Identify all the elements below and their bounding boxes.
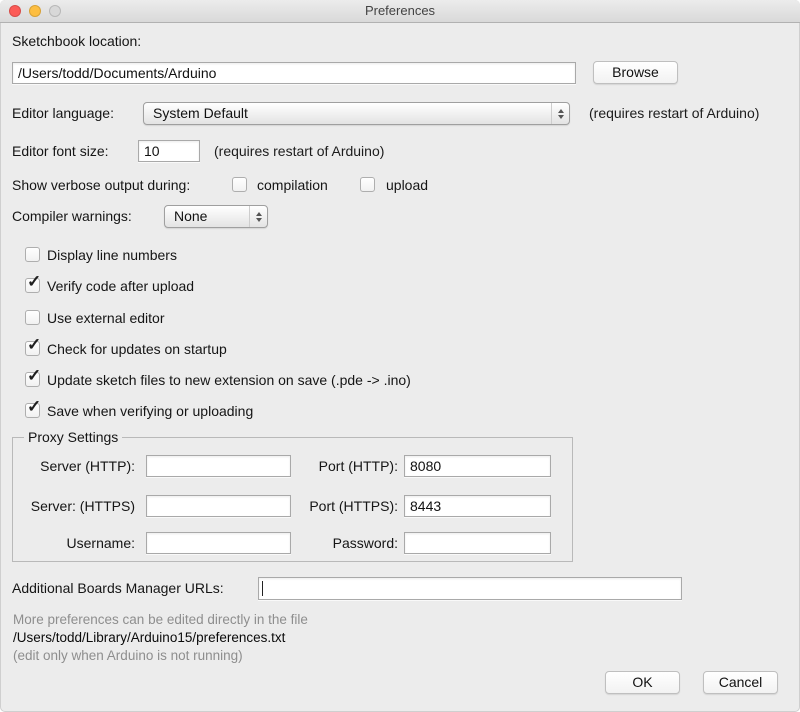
server-http-input[interactable] — [146, 455, 291, 477]
port-http-label: Port (HTTP): — [293, 455, 398, 477]
arrow-down-icon — [558, 115, 564, 119]
username-label: Username: — [19, 532, 135, 554]
verify-code-label[interactable]: Verify code after upload — [47, 278, 194, 295]
save-when-verifying-label[interactable]: Save when verifying or uploading — [47, 403, 253, 420]
check-updates-checkbox[interactable]: ✓ — [25, 341, 40, 356]
port-http-input[interactable] — [404, 455, 551, 477]
preferences-dialog: Preferences Sketchbook location: Browse … — [0, 0, 800, 712]
verbose-compilation-checkbox[interactable]: ✓ — [232, 177, 247, 192]
footer-note-line1: More preferences can be edited directly … — [13, 612, 308, 628]
verbose-compilation-label[interactable]: compilation — [257, 177, 328, 194]
preferences-file-path: /Users/todd/Library/Arduino15/preference… — [13, 630, 285, 646]
compiler-warnings-select[interactable]: None — [164, 205, 268, 228]
port-https-label: Port (HTTPS): — [293, 495, 398, 517]
verbose-output-label: Show verbose output during: — [12, 177, 190, 194]
language-restart-note: (requires restart of Arduino) — [589, 102, 759, 125]
update-sketch-files-label[interactable]: Update sketch files to new extension on … — [47, 372, 411, 389]
zoom-window-icon — [49, 5, 61, 17]
font-size-restart-note: (requires restart of Arduino) — [214, 140, 384, 162]
arrow-down-icon — [256, 218, 262, 222]
compiler-warnings-value: None — [165, 206, 249, 227]
text-cursor — [262, 581, 263, 596]
verbose-upload-checkbox[interactable]: ✓ — [360, 177, 375, 192]
checkmark-icon: ✓ — [27, 335, 41, 355]
editor-language-value: System Default — [144, 103, 551, 124]
footer-note-line3: (edit only when Arduino is not running) — [13, 648, 243, 664]
proxy-settings-group: Proxy Settings Server (HTTP): Port (HTTP… — [12, 437, 573, 562]
combo-stepper-icon — [551, 103, 569, 124]
arrow-up-icon — [256, 212, 262, 216]
editor-font-size-input[interactable] — [138, 140, 200, 162]
checkmark-icon: ✓ — [27, 397, 41, 417]
display-line-numbers-checkbox[interactable]: ✓ — [25, 247, 40, 262]
browse-button[interactable]: Browse — [593, 61, 678, 84]
check-updates-label[interactable]: Check for updates on startup — [47, 341, 227, 358]
minimize-window-icon[interactable] — [29, 5, 41, 17]
combo-stepper-icon — [249, 206, 267, 227]
arrow-up-icon — [558, 109, 564, 113]
username-input[interactable] — [146, 532, 291, 554]
boards-manager-urls-label: Additional Boards Manager URLs: — [12, 577, 224, 600]
editor-language-select[interactable]: System Default — [143, 102, 570, 125]
password-label: Password: — [293, 532, 398, 554]
external-editor-label[interactable]: Use external editor — [47, 310, 165, 327]
external-editor-checkbox[interactable]: ✓ — [25, 310, 40, 325]
verbose-upload-label[interactable]: upload — [386, 177, 428, 194]
display-line-numbers-label[interactable]: Display line numbers — [47, 247, 177, 264]
sketchbook-location-label: Sketchbook location: — [12, 33, 141, 49]
cancel-button[interactable]: Cancel — [703, 671, 778, 694]
ok-button[interactable]: OK — [605, 671, 680, 694]
port-https-input[interactable] — [404, 495, 551, 517]
editor-font-size-label: Editor font size: — [12, 140, 109, 162]
compiler-warnings-label: Compiler warnings: — [12, 205, 132, 228]
server-http-label: Server (HTTP): — [19, 455, 135, 477]
verify-code-checkbox[interactable]: ✓ — [25, 278, 40, 293]
server-https-label: Server: (HTTPS) — [19, 495, 135, 517]
password-input[interactable] — [404, 532, 551, 554]
editor-language-label: Editor language: — [12, 102, 114, 125]
window-title: Preferences — [0, 0, 800, 22]
boards-manager-urls-input[interactable] — [258, 577, 682, 600]
save-when-verifying-checkbox[interactable]: ✓ — [25, 403, 40, 418]
checkmark-icon: ✓ — [27, 272, 41, 292]
update-sketch-files-checkbox[interactable]: ✓ — [25, 372, 40, 387]
server-https-input[interactable] — [146, 495, 291, 517]
proxy-settings-title: Proxy Settings — [24, 429, 122, 445]
checkmark-icon: ✓ — [27, 366, 41, 386]
title-bar[interactable]: Preferences — [0, 0, 800, 23]
sketchbook-location-input[interactable] — [12, 62, 576, 84]
close-window-icon[interactable] — [9, 5, 21, 17]
